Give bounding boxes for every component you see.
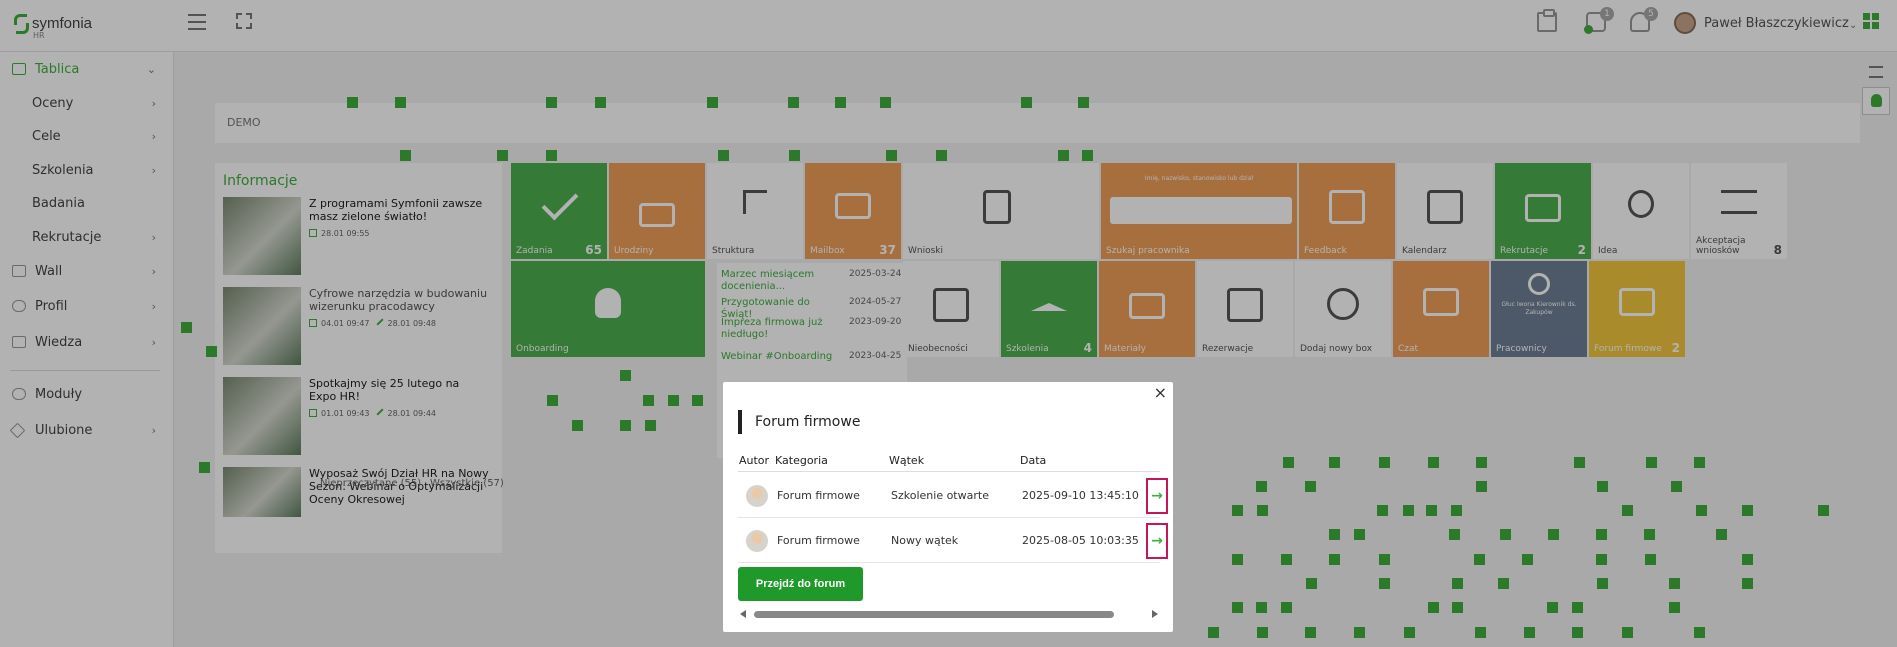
title-accent-bar	[738, 410, 742, 434]
arrow-right-icon[interactable]: →	[1146, 478, 1168, 514]
close-icon[interactable]: ×	[1154, 383, 1167, 402]
forum-modal: × Forum firmowe Autor Kategoria Wątek Da…	[723, 382, 1173, 632]
arrow-right-icon[interactable]: →	[1146, 523, 1168, 559]
col-date: Data	[1020, 454, 1047, 467]
row-date: 2025-08-05 10:03:35	[1022, 534, 1139, 547]
author-avatar	[746, 530, 768, 552]
col-thread: Wątek	[889, 454, 925, 467]
go-to-forum-button[interactable]: Przejdź do forum	[738, 567, 863, 601]
row-category: Forum firmowe	[777, 534, 860, 547]
scroll-right-icon[interactable]	[1152, 610, 1158, 618]
scrollbar-thumb[interactable]	[754, 611, 1114, 618]
modal-title: Forum firmowe	[755, 414, 861, 430]
col-author: Autor	[739, 454, 770, 467]
scroll-left-icon[interactable]	[740, 610, 746, 618]
horizontal-scrollbar[interactable]	[738, 608, 1160, 620]
table-row[interactable]: Forum firmowe Szkolenie otwarte 2025-09-…	[738, 473, 1168, 518]
row-date: 2025-09-10 13:45:10	[1022, 489, 1139, 502]
table-row[interactable]: Forum firmowe Nowy wątek 2025-08-05 10:0…	[738, 518, 1168, 563]
row-category: Forum firmowe	[777, 489, 860, 502]
table-header: Autor Kategoria Wątek Data	[738, 450, 1160, 472]
col-category: Kategoria	[775, 454, 828, 467]
row-thread[interactable]: Nowy wątek	[891, 534, 958, 547]
author-avatar	[746, 485, 768, 507]
row-thread[interactable]: Szkolenie otwarte	[891, 489, 989, 502]
